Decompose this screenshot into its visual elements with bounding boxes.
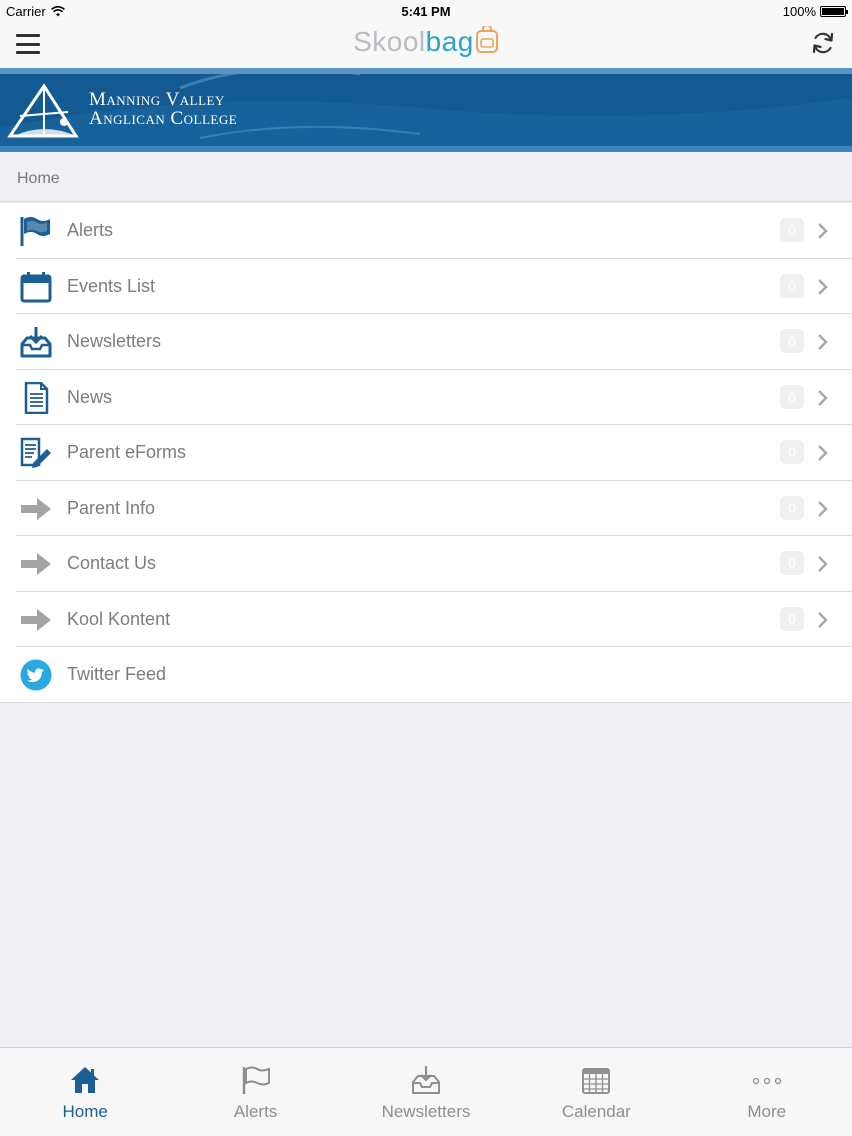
menu-item-newsletters[interactable]: Newsletters 0	[0, 314, 852, 370]
tab-label: More	[747, 1102, 787, 1121]
count-badge: 0	[780, 606, 804, 631]
school-name-line1: Manning Valley	[89, 89, 225, 110]
school-crest-icon	[7, 83, 79, 138]
breadcrumb-label: Home	[17, 170, 60, 187]
menu-item-contact-us[interactable]: Contact Us 0	[0, 536, 852, 592]
menu-item-label: Events List	[67, 275, 156, 296]
battery-percent: 100%	[782, 4, 816, 19]
menu-item-news[interactable]: News 0	[0, 370, 852, 426]
menu-item-label: Newsletters	[67, 331, 162, 351]
breadcrumb: Home	[0, 152, 852, 202]
chevron-right-icon	[818, 445, 828, 461]
clock: 5:41 PM	[401, 4, 451, 19]
chevron-right-icon	[818, 556, 828, 572]
more-dots-icon	[752, 1077, 781, 1085]
menu-item-alerts[interactable]: Alerts 0	[0, 203, 852, 259]
battery-icon	[820, 6, 848, 17]
count-badge: 0	[780, 218, 804, 242]
battery-status: 100%	[782, 4, 848, 19]
menu-item-kool-kontent[interactable]: Kool Kontent 0	[0, 592, 852, 648]
twitter-icon	[20, 659, 52, 691]
inbox-download-icon	[20, 327, 52, 358]
tab-home[interactable]: Home	[0, 1048, 170, 1136]
chevron-right-icon	[818, 389, 828, 406]
tab-label: Home	[62, 1102, 108, 1121]
menu-list: Alerts 0 Events List 0 Newsletters 0 New…	[0, 203, 852, 703]
tab-more[interactable]: More	[682, 1048, 852, 1136]
tab-bar: Home Alerts Newsletters Calendar More	[0, 1047, 852, 1136]
count-badge: 0	[780, 440, 804, 464]
flag-icon	[242, 1066, 270, 1094]
menu-item-parent-info[interactable]: Parent Info 0	[0, 481, 852, 537]
menu-item-label: Parent Info	[67, 497, 156, 518]
chevron-right-icon	[818, 223, 828, 239]
tab-label: Calendar	[561, 1102, 631, 1121]
arrow-right-icon	[21, 553, 51, 575]
count-badge: 0	[780, 495, 804, 520]
school-banner: Manning Valley Anglican College	[0, 68, 852, 152]
tab-label: Newsletters	[381, 1102, 471, 1121]
tab-calendar[interactable]: Calendar	[511, 1048, 681, 1136]
menu-item-label: Alerts	[67, 220, 114, 240]
nav-bar: Skoolbag	[0, 22, 852, 68]
arrow-right-icon	[21, 497, 51, 520]
flag-icon	[20, 217, 50, 246]
calendar-grid-icon	[582, 1068, 611, 1094]
count-badge: 0	[780, 329, 804, 353]
tab-label: Alerts	[233, 1102, 278, 1121]
menu-item-events-list[interactable]: Events List 0	[0, 259, 852, 315]
menu-item-parent-eforms[interactable]: Parent eForms 0	[0, 425, 852, 481]
logo-text-bag: bag	[425, 26, 474, 57]
menu-item-label: Contact Us	[67, 553, 157, 573]
count-badge: 0	[780, 273, 804, 298]
status-bar: Carrier 5:41 PM 100%	[0, 0, 852, 22]
menu-item-twitter-feed[interactable]: Twitter Feed	[0, 647, 852, 703]
menu-item-label: Parent eForms	[67, 442, 187, 462]
document-icon	[24, 381, 49, 414]
form-edit-icon	[20, 437, 51, 468]
app-logo: Skoolbag	[0, 24, 852, 58]
refresh-icon[interactable]	[810, 30, 836, 56]
calendar-icon	[20, 271, 52, 302]
school-name: Manning Valley Anglican College	[89, 90, 237, 128]
chevron-right-icon	[818, 611, 828, 628]
chevron-right-icon	[818, 278, 828, 295]
menu-item-label: Twitter Feed	[67, 664, 167, 684]
menu-item-label: Kool Kontent	[67, 608, 171, 629]
schoolbag-icon	[475, 24, 498, 53]
home-icon	[71, 1067, 100, 1093]
chevron-right-icon	[818, 500, 828, 517]
tab-newsletters[interactable]: Newsletters	[341, 1048, 511, 1136]
school-name-line2: Anglican College	[89, 108, 238, 129]
tab-alerts[interactable]: Alerts	[170, 1048, 340, 1136]
arrow-right-icon	[21, 608, 51, 631]
menu-item-label: News	[67, 386, 113, 407]
inbox-download-icon	[411, 1066, 440, 1094]
count-badge: 0	[780, 384, 804, 409]
logo-text-skool: Skool	[353, 26, 426, 57]
chevron-right-icon	[818, 334, 828, 350]
count-badge: 0	[780, 551, 804, 575]
